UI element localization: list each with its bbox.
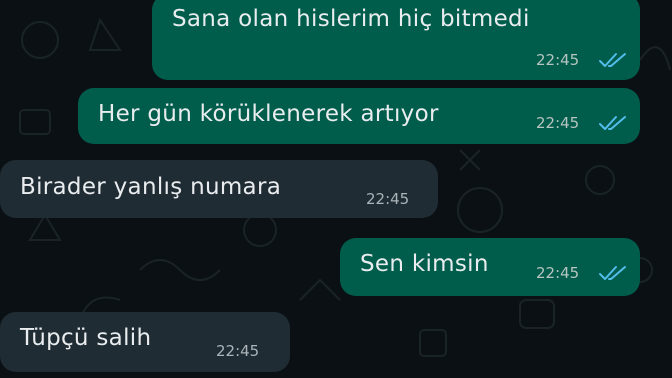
message-bubble-outgoing[interactable]: Sana olan hislerim hiç bitmedi 22:45 [152, 0, 640, 80]
double-check-icon [599, 53, 626, 67]
message-text: Birader yanlış numara [20, 174, 282, 200]
message-bubble-incoming[interactable]: Tüpçü salih 22:45 [0, 312, 290, 372]
message-text: Sen kimsin [360, 251, 489, 277]
message-text: Her gün körüklenerek artıyor [98, 101, 439, 127]
message-timestamp: 22:45 [536, 264, 580, 282]
message-timestamp: 22:45 [536, 114, 580, 132]
double-check-icon [599, 266, 626, 280]
message-timestamp: 22:45 [536, 51, 580, 69]
double-check-icon [599, 116, 626, 130]
message-bubble-outgoing[interactable]: Her gün körüklenerek artıyor 22:45 [78, 88, 640, 144]
message-text: Sana olan hislerim hiç bitmedi [172, 6, 530, 32]
message-timestamp: 22:45 [216, 342, 260, 360]
message-bubble-outgoing[interactable]: Sen kimsin 22:45 [340, 238, 640, 296]
message-text: Tüpçü salih [20, 325, 152, 351]
message-bubble-incoming[interactable]: Birader yanlış numara 22:45 [0, 160, 438, 218]
message-timestamp: 22:45 [366, 190, 410, 208]
